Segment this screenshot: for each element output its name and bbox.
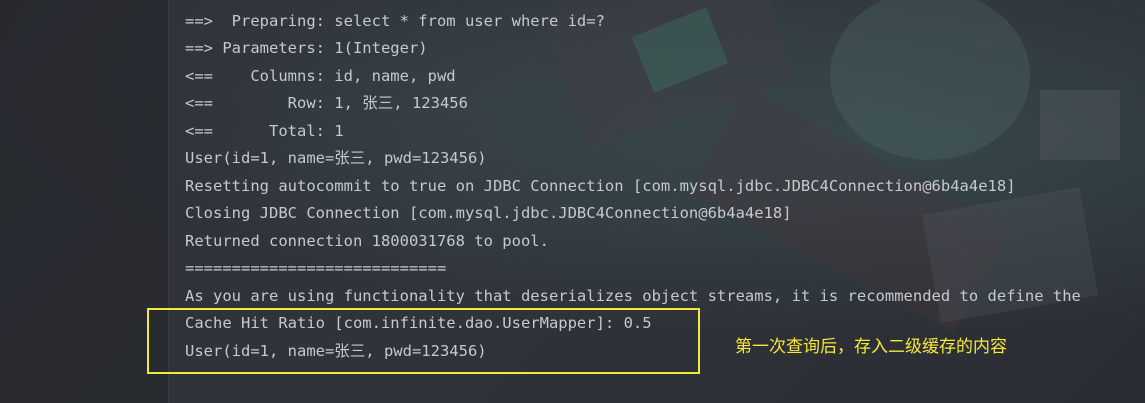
- console-line: Closing JDBC Connection [com.mysql.jdbc.…: [185, 204, 792, 222]
- console-line: ==> Parameters: 1(Integer): [185, 39, 428, 57]
- console-line: User(id=1, name=张三, pwd=123456): [185, 149, 487, 167]
- highlight-box: [147, 308, 700, 374]
- console-separator: ============================: [185, 259, 447, 277]
- console-line: Resetting autocommit to true on JDBC Con…: [185, 177, 1016, 195]
- console-line: Returned connection 1800031768 to pool.: [185, 232, 549, 250]
- console-line: <== Columns: id, name, pwd: [185, 67, 456, 85]
- console-gutter: [0, 0, 169, 403]
- console-line: <== Row: 1, 张三, 123456: [185, 94, 468, 112]
- annotation-note: 第一次查询后，存入二级缓存的内容: [735, 337, 1007, 357]
- console-line: <== Total: 1: [185, 122, 344, 140]
- console-line: As you are using functionality that dese…: [185, 287, 1081, 305]
- console-line: ==> Preparing: select * from user where …: [185, 12, 605, 30]
